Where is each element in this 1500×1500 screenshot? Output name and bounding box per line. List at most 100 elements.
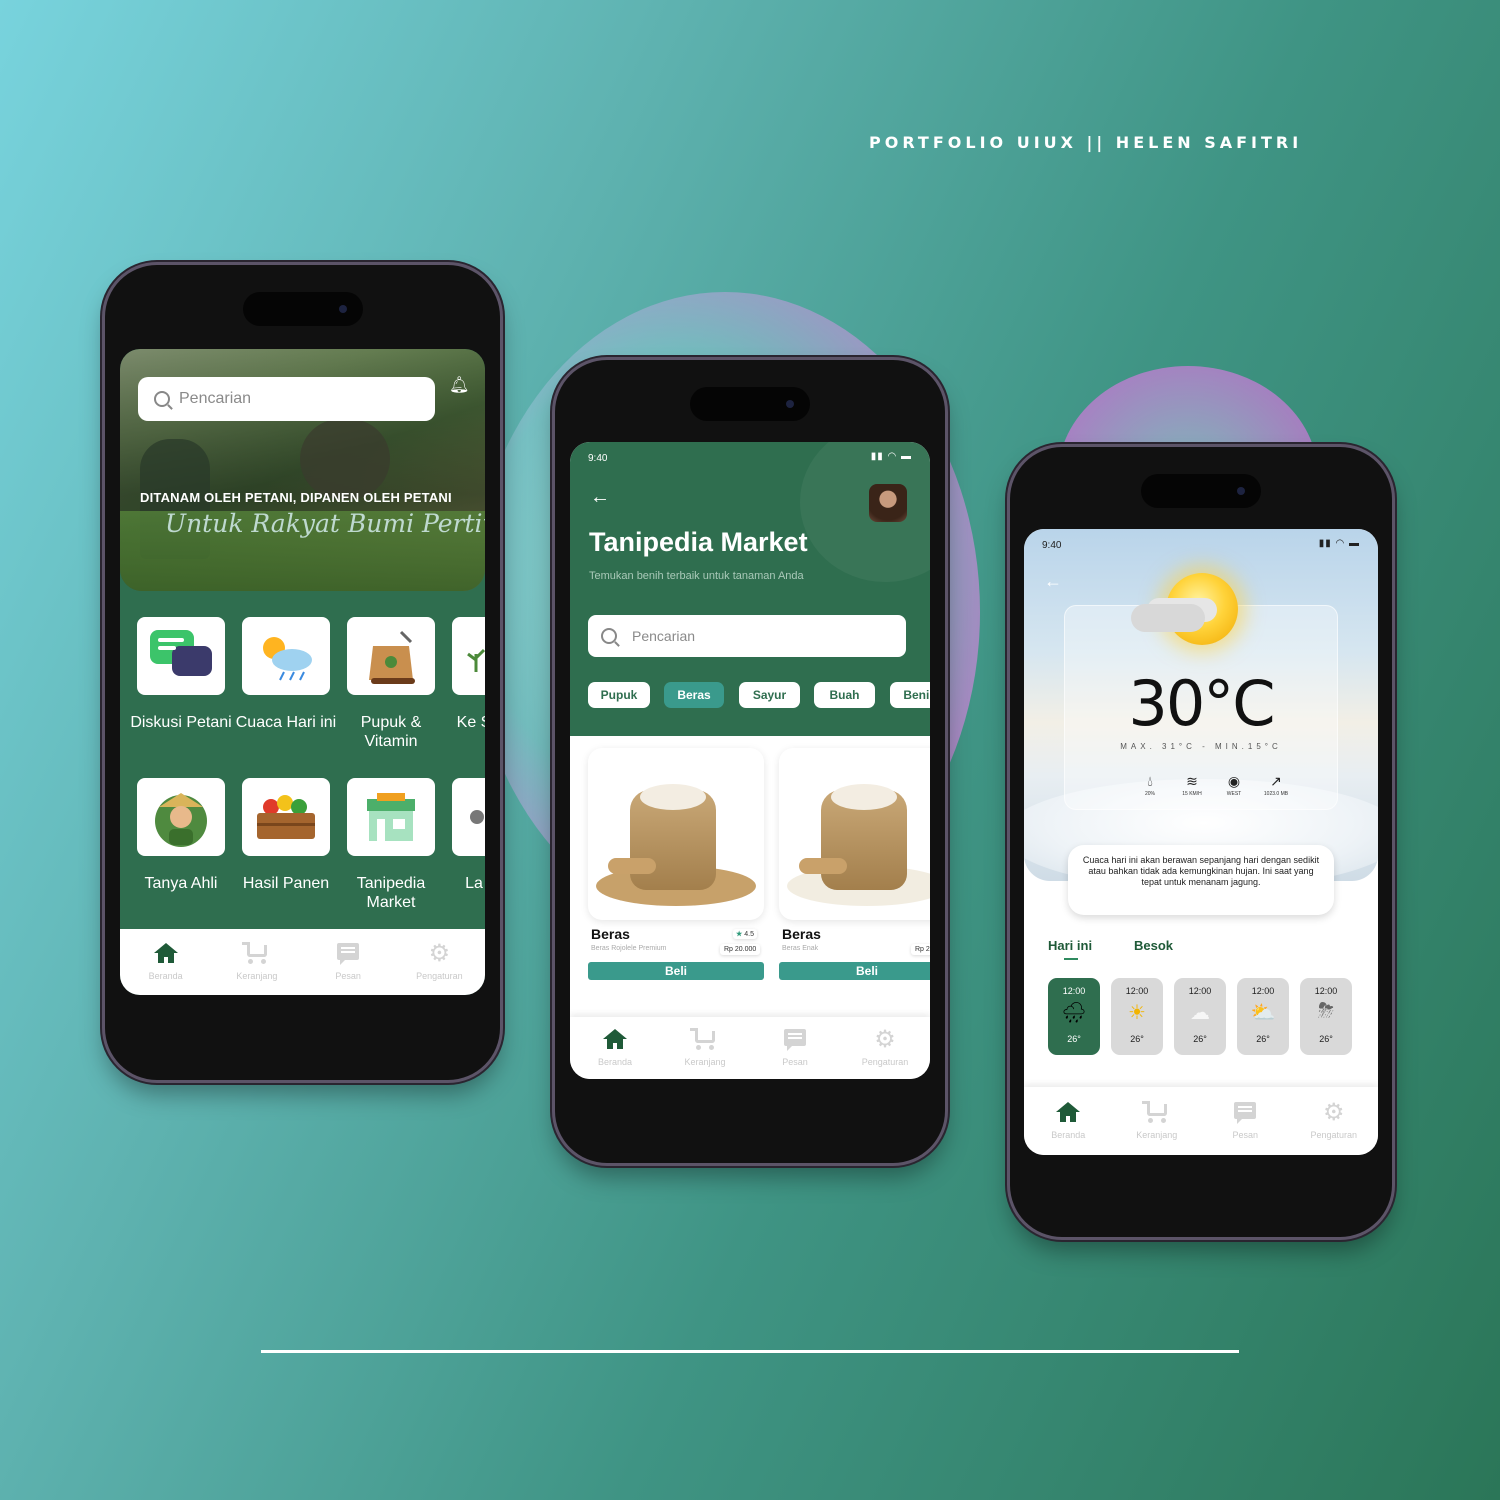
hour-card[interactable]: 12:00 ⛈ 26°: [1300, 978, 1352, 1055]
tile-label: Ke S: [456, 714, 485, 731]
portfolio-title: PORTFOLIO UIUX || HELEN SAFITRI: [869, 133, 1303, 152]
tile-label: La: [465, 875, 483, 892]
buy-button[interactable]: Beli: [779, 962, 930, 980]
nav-messages[interactable]: Pesan: [1205, 1102, 1285, 1140]
stat-direction: ◉ WEST: [1226, 773, 1242, 797]
status-bar: 9:40 ▮▮ ◠ ▬: [570, 442, 930, 472]
buy-button[interactable]: Beli: [588, 962, 764, 980]
plant-icon: [467, 648, 485, 672]
nav-home[interactable]: Beranda: [126, 943, 206, 981]
hero-banner: Pencarian 🔔︎ DITANAM OLEH PETANI, DIPANE…: [120, 349, 485, 591]
hasil-panen-tile[interactable]: [242, 778, 330, 856]
status-time: 9:40: [1042, 540, 1062, 551]
bottom-nav: Beranda Keranjang Pesan ⚙ Pengaturan: [570, 1017, 930, 1079]
phone-weather: 9:40 ▮▮ ◠ ▬ ← 30°C MAX. 31°C - MIN.15°C …: [1010, 447, 1392, 1237]
sky-background: 9:40 ▮▮ ◠ ▬ ← 30°C MAX. 31°C - MIN.15°C …: [1024, 529, 1378, 889]
nav-settings[interactable]: ⚙ Pengaturan: [1294, 1099, 1374, 1141]
storm-icon: ⛈: [1318, 1000, 1334, 1022]
search-placeholder: Pencarian: [632, 628, 696, 644]
hour-card[interactable]: 12:00 ☀ 26°: [1111, 978, 1163, 1055]
chip-sayur[interactable]: Sayur: [739, 682, 800, 708]
avatar[interactable]: [869, 484, 907, 522]
home-screen: Pencarian 🔔︎ DITANAM OLEH PETANI, DIPANE…: [120, 349, 485, 995]
rating-badge: ★ 4.5: [733, 929, 757, 939]
weather-description: Cuaca hari ini akan berawan sepanjang ha…: [1068, 845, 1334, 915]
tile-label: Cuaca Hari ini: [235, 714, 337, 731]
tanya-ahli-tile[interactable]: [137, 778, 225, 856]
star-icon: ★: [736, 931, 743, 938]
search-icon: [154, 391, 170, 407]
tile-label: Tanya Ahli: [144, 875, 218, 892]
pressure-icon: ↗: [1270, 773, 1282, 789]
cuaca-tile[interactable]: [242, 617, 330, 695]
message-icon: [1233, 1102, 1257, 1124]
temperature: 30°C: [1128, 667, 1275, 740]
message-icon: [336, 943, 360, 965]
hour-card[interactable]: 12:00 🌧︎ 26°: [1048, 978, 1100, 1055]
fertilizer-bag-icon: [369, 630, 415, 684]
market-screen: 9:40 ▮▮ ◠ ▬ ← Tanipedia Market Temukan b…: [570, 442, 930, 1079]
hero-headline: DITANAM OLEH PETANI, DIPANEN OLEH PETANI: [140, 490, 452, 505]
nav-cart[interactable]: Keranjang: [217, 942, 297, 981]
tab-tomorrow[interactable]: Besok: [1134, 938, 1173, 953]
product-image: [588, 748, 764, 920]
tanipedia-market-tile[interactable]: [347, 778, 435, 856]
stat-humidity: 💧︎ 20%: [1144, 773, 1155, 797]
hour-card[interactable]: 12:00 ⛅ 26°: [1237, 978, 1289, 1055]
chip-beras[interactable]: Beras: [664, 682, 724, 708]
page-title: Tanipedia Market: [589, 527, 808, 557]
search-input[interactable]: Pencarian: [138, 377, 435, 421]
hero-tagline: Untuk Rakyat Bumi Pertiwi: [165, 509, 485, 538]
dynamic-island: [690, 387, 810, 421]
chip-buah[interactable]: Buah: [814, 682, 875, 708]
nav-messages[interactable]: Pesan: [308, 943, 388, 981]
dynamic-island: [242, 292, 363, 326]
nav-settings[interactable]: ⚙ Pengaturan: [845, 1026, 925, 1068]
cloud-icon: ☁: [1190, 1002, 1210, 1024]
product-desc: Beras Enak: [782, 945, 819, 952]
notification-bell-icon[interactable]: 🔔︎: [449, 375, 469, 394]
search-placeholder: Pencarian: [179, 390, 252, 407]
wind-icon: ≋: [1186, 773, 1198, 789]
gear-icon: ⚙: [1322, 1099, 1345, 1126]
la-tile[interactable]: [452, 778, 485, 856]
status-bar: 9:40 ▮▮ ◠ ▬: [1024, 529, 1378, 559]
nav-cart[interactable]: Keranjang: [1117, 1101, 1197, 1140]
diskusi-petani-tile[interactable]: [137, 617, 225, 695]
nav-settings[interactable]: ⚙ Pengaturan: [399, 942, 479, 982]
product-card[interactable]: Beras Beras Rojolele Premium ★ 4.5 Rp 20…: [588, 748, 764, 980]
page-subtitle: Temukan benih terbaik untuk tanaman Anda: [589, 570, 804, 582]
tile-label: Pupuk & Vitamin: [360, 714, 422, 750]
price-badge: Rp 20.000: [720, 944, 761, 955]
hour-card[interactable]: 12:00 ☁ 26°: [1174, 978, 1226, 1055]
back-arrow-icon[interactable]: ←: [1044, 571, 1062, 592]
pupuk-tile[interactable]: [347, 617, 435, 695]
cart-icon: [1141, 1101, 1169, 1124]
weather-stats: 💧︎ 20% ≋ 15 KM/H ◉ WEST ↗ 1023.0 MB: [1136, 773, 1290, 797]
compass-icon: ◉: [1227, 773, 1241, 789]
nav-home[interactable]: Beranda: [1028, 1102, 1108, 1140]
product-card[interactable]: Beras Beras Enak Rp 2 Beli: [779, 748, 930, 980]
gear-icon: ⚙: [874, 1026, 896, 1053]
tile-label: Tanipedia Market: [356, 875, 426, 911]
search-input[interactable]: Pencarian: [588, 615, 906, 657]
nav-home[interactable]: Beranda: [575, 1029, 655, 1067]
tab-today[interactable]: Hari ini: [1048, 938, 1092, 953]
chip-benih[interactable]: Benih: [890, 682, 930, 708]
nav-cart[interactable]: Keranjang: [665, 1028, 745, 1067]
back-arrow-icon[interactable]: ←: [590, 486, 610, 509]
divider-line: [261, 1350, 1239, 1353]
phone-market: 9:40 ▮▮ ◠ ▬ ← Tanipedia Market Temukan b…: [555, 360, 945, 1163]
humidity-icon: 💧︎: [1147, 773, 1153, 789]
status-icons: ▮▮ ◠ ▬: [1318, 538, 1360, 549]
home-icon: [1056, 1102, 1081, 1124]
rain-cloud-icon: 🌧︎: [1061, 1002, 1087, 1024]
search-icon: [601, 628, 617, 644]
status-icons: ▮▮ ◠ ▬: [870, 451, 912, 462]
bottom-nav: Beranda Keranjang Pesan ⚙ Pengaturan: [120, 929, 485, 995]
ke-s-tile[interactable]: [452, 617, 485, 695]
farmer-icon: [155, 793, 207, 847]
home-icon: [153, 943, 178, 965]
chip-pupuk[interactable]: Pupuk: [588, 682, 650, 708]
nav-messages[interactable]: Pesan: [755, 1029, 835, 1067]
